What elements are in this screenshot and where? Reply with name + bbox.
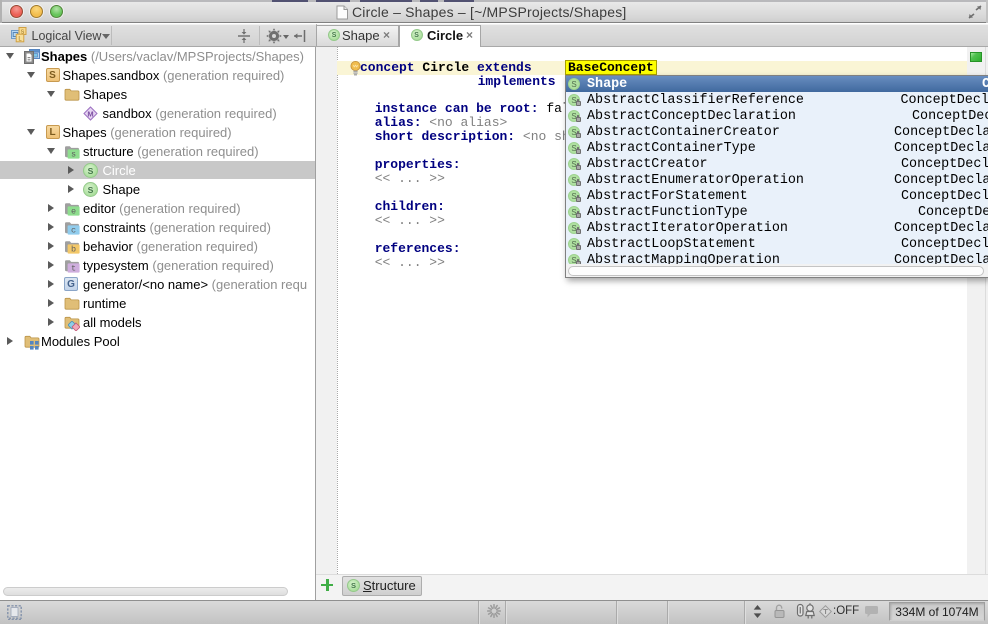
svg-text:M: M — [87, 109, 93, 118]
svg-text:t: t — [71, 263, 76, 272]
svg-text:c: c — [71, 225, 76, 234]
svg-text:s: s — [71, 149, 76, 158]
svg-text:b: b — [71, 244, 76, 253]
svg-text:e: e — [71, 206, 76, 215]
svg-text:T: T — [823, 607, 828, 616]
